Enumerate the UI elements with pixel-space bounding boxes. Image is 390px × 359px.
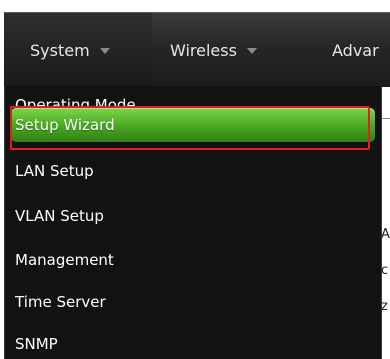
focus-highlight-box [10,106,370,150]
menu-item-label: Management [15,251,114,269]
nav-menu-advanced[interactable]: Advar [332,13,390,87]
menu-item-label: SNMP [15,335,58,353]
menu-item-vlan-setup[interactable]: VLAN Setup [5,197,381,235]
page-text-fragment: z [381,299,388,314]
menu-item-lan-setup[interactable]: LAN Setup [5,152,381,190]
nav-label: Wireless [170,40,237,60]
menu-item-label: LAN Setup [15,162,94,180]
top-navigation-bar: System Wireless Advar [0,0,390,87]
chevron-down-icon [99,48,110,54]
nav-menu-wireless[interactable]: Wireless [170,13,326,87]
menu-item-label: VLAN Setup [15,207,104,225]
nav-strip: System Wireless Advar [4,12,390,87]
menu-item-label: Time Server [15,293,106,311]
chevron-down-icon [246,48,257,54]
page-text-fragment: c [381,263,389,278]
page-text-fragment: A [381,227,390,242]
menu-item-snmp[interactable]: SNMP [5,325,381,359]
nav-menu-system[interactable]: System [4,13,152,87]
app-window: A c z System Wireless Advar Operating Mo… [0,0,390,359]
menu-item-management[interactable]: Management [5,241,381,279]
nav-label: System [30,40,90,60]
nav-label: Advar [332,40,379,60]
menu-item-time-server[interactable]: Time Server [5,283,381,321]
